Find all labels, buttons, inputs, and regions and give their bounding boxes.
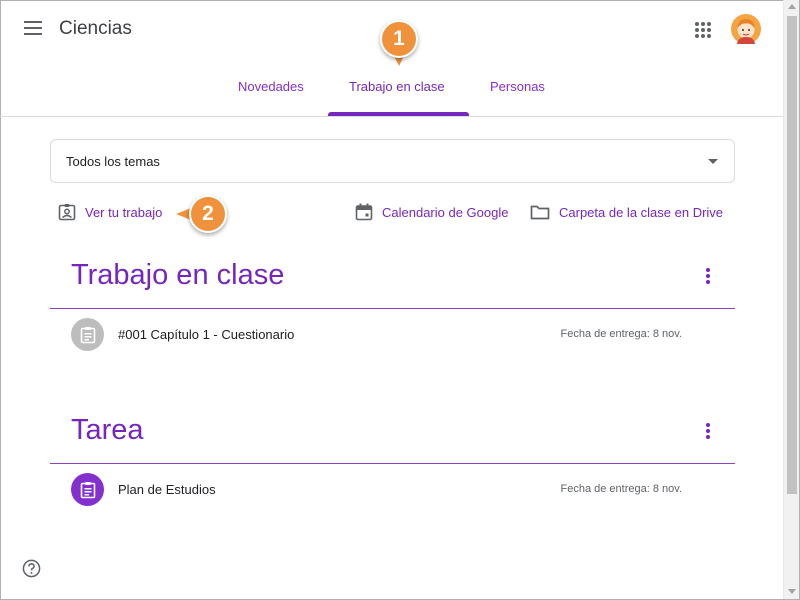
help-icon[interactable]: [22, 559, 41, 578]
view-your-work-label: Ver tu trabajo: [85, 204, 163, 220]
google-calendar-label: Calendario de Google: [382, 204, 509, 220]
tab-trabajo-en-clase[interactable]: Trabajo en clase: [349, 79, 445, 94]
topic-filter-value: Todos los temas: [66, 154, 160, 169]
topic-title: Trabajo en clase: [71, 259, 285, 291]
folder-icon: [530, 205, 550, 220]
assignment-icon: [71, 473, 104, 506]
avatar[interactable]: [731, 14, 761, 44]
class-drive-folder-link[interactable]: Carpeta de la clase en Drive: [530, 200, 723, 224]
menu-icon[interactable]: [24, 21, 42, 35]
scroll-down-arrow-icon[interactable]: [788, 589, 796, 594]
assignment-ind-icon: [58, 204, 76, 221]
topic-title: Tarea: [71, 414, 144, 446]
view-your-work-link[interactable]: Ver tu trabajo: [58, 200, 162, 224]
scrollbar[interactable]: [783, 0, 799, 599]
due-date: Fecha de entrega: 8 nov.: [560, 328, 683, 340]
google-apps-icon[interactable]: [695, 22, 711, 38]
item-title: Plan de Estudios: [118, 482, 216, 497]
classwork-item[interactable]: #001 Capítulo 1 - Cuestionario Fecha de …: [70, 318, 690, 352]
google-calendar-link[interactable]: Calendario de Google: [355, 200, 508, 224]
item-title: #001 Capítulo 1 - Cuestionario: [118, 327, 295, 342]
calendar-icon: [355, 203, 373, 221]
tab-novedades[interactable]: Novedades: [238, 79, 304, 94]
section-divider: [50, 308, 735, 309]
classwork-item[interactable]: Plan de Estudios Fecha de entrega: 8 nov…: [70, 473, 690, 507]
section-divider: [50, 463, 735, 464]
more-options-icon[interactable]: [704, 423, 712, 441]
more-options-icon[interactable]: [704, 268, 712, 286]
assignment-icon: [71, 318, 104, 351]
dropdown-arrow-icon: [708, 159, 718, 164]
tab-personas[interactable]: Personas: [490, 79, 545, 94]
class-title: Ciencias: [59, 18, 132, 39]
header-divider: [0, 116, 783, 117]
callout-badge-2: 2: [189, 195, 227, 233]
topic-filter-select[interactable]: Todos los temas: [50, 139, 735, 183]
callout-badge-1: 1: [380, 20, 418, 58]
scroll-up-arrow-icon[interactable]: [788, 4, 796, 9]
due-date: Fecha de entrega: 8 nov.: [560, 483, 683, 495]
class-drive-folder-label: Carpeta de la clase en Drive: [559, 204, 724, 220]
scroll-thumb[interactable]: [787, 16, 797, 494]
